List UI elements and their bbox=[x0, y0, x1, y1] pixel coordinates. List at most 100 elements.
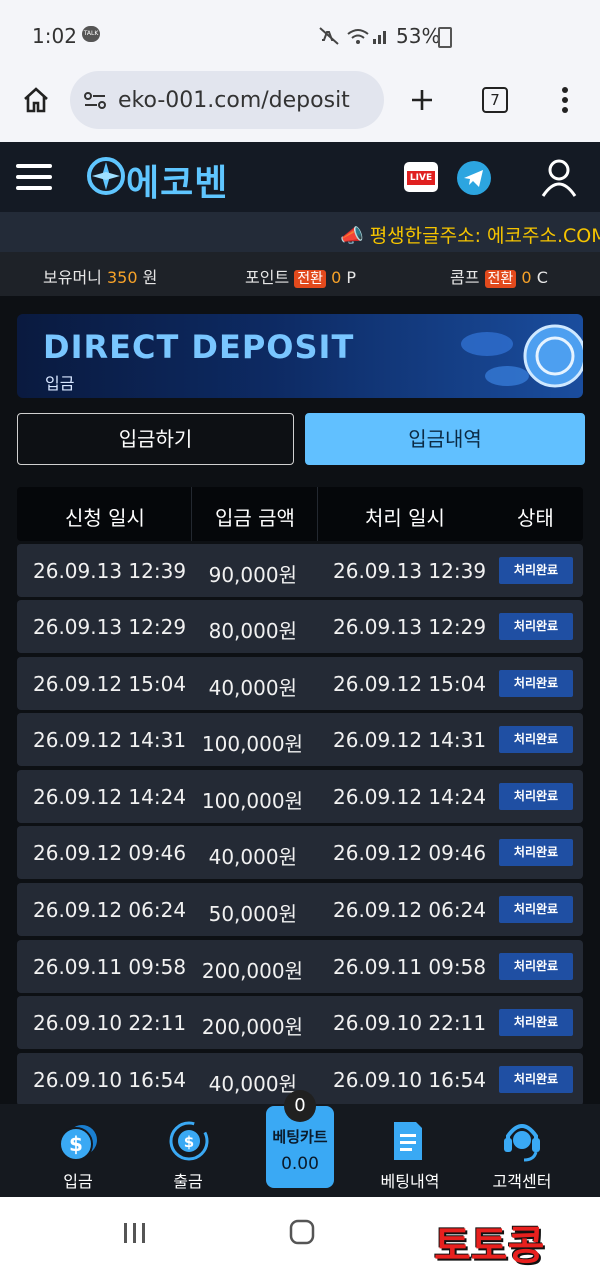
comp-unit: C bbox=[536, 268, 548, 287]
site-header: 에코벤 LIVE bbox=[0, 142, 600, 212]
processed-time: 26.09.12 06:24 bbox=[333, 898, 487, 922]
processed-time: 26.09.12 15:04 bbox=[333, 672, 487, 696]
header-processed-time: 처리 일시 bbox=[365, 506, 445, 530]
coins-illustration bbox=[461, 324, 583, 388]
table-row[interactable]: 26.09.12 15:04 40,000원 26.09.12 15:04 처리… bbox=[17, 657, 583, 710]
processed-time: 26.09.13 12:39 bbox=[333, 559, 487, 583]
table-row[interactable]: 26.09.12 06:24 50,000원 26.09.12 06:24 처리… bbox=[17, 883, 583, 936]
svg-text:$: $ bbox=[184, 1133, 194, 1151]
address-bar[interactable]: eko-001.com/deposit bbox=[70, 71, 384, 129]
betting-cart-label: 베팅카트 bbox=[272, 1128, 328, 1146]
telegram-icon[interactable] bbox=[456, 160, 492, 196]
user-account-icon[interactable] bbox=[540, 158, 578, 198]
header-divider bbox=[317, 487, 318, 541]
live-tv-icon[interactable]: LIVE bbox=[404, 162, 438, 192]
table-row[interactable]: 26.09.13 12:39 90,000원 26.09.13 12:39 처리… bbox=[17, 544, 583, 597]
header-requested-time: 신청 일시 bbox=[65, 506, 145, 530]
table-row[interactable]: 26.09.12 14:31 100,000원 26.09.12 14:31 처… bbox=[17, 713, 583, 766]
processed-time: 26.09.12 14:31 bbox=[333, 728, 487, 752]
site-settings-icon[interactable] bbox=[84, 91, 106, 111]
point-label: 포인트 bbox=[245, 268, 290, 287]
comp-convert-button[interactable]: 전환 bbox=[484, 270, 517, 288]
table-row[interactable]: 26.09.10 22:11 200,000원 26.09.10 22:11 처… bbox=[17, 996, 583, 1049]
announcement-ticker: 📣 평생한글주소: 에코주소.COM 📣 bbox=[0, 212, 600, 252]
banner-title: DIRECT DEPOSIT bbox=[43, 328, 355, 366]
point-value: 0 bbox=[331, 268, 342, 287]
status-badge: 처리완료 bbox=[499, 1009, 573, 1036]
bet-history-document-icon bbox=[394, 1122, 422, 1160]
headset-icon bbox=[504, 1124, 540, 1162]
money-label: 보유머니 bbox=[43, 268, 102, 287]
deposit-coin-icon: $ bbox=[59, 1125, 97, 1161]
wifi-icon bbox=[347, 29, 369, 44]
table-row[interactable]: 26.09.12 14:24 100,000원 26.09.12 14:24 처… bbox=[17, 770, 583, 823]
talk-notification-icon: TALK bbox=[82, 26, 100, 42]
table-row[interactable]: 26.09.11 09:58 200,000원 26.09.11 09:58 처… bbox=[17, 940, 583, 993]
logo-emblem-icon[interactable] bbox=[86, 156, 126, 196]
recent-apps-icon[interactable] bbox=[122, 1221, 148, 1245]
banner-subtitle: 입금 bbox=[45, 374, 75, 393]
deposit-amount: 50,000원 bbox=[208, 902, 297, 926]
table-row[interactable]: 26.09.13 12:29 80,000원 26.09.13 12:29 처리… bbox=[17, 600, 583, 653]
deposit-amount: 40,000원 bbox=[208, 676, 297, 700]
money-unit: 원 bbox=[142, 268, 158, 287]
deposit-banner: DIRECT DEPOSIT 입금 bbox=[17, 314, 583, 398]
url-text[interactable]: eko-001.com/deposit bbox=[118, 88, 350, 113]
main-content: DIRECT DEPOSIT 입금 입금하기 입금내역 신청 일시 입금 금액 … bbox=[0, 296, 600, 1106]
status-badge: 처리완료 bbox=[499, 839, 573, 866]
battery-percent: 53% bbox=[396, 24, 441, 48]
hamburger-menu-icon[interactable] bbox=[16, 162, 54, 192]
point-balance: 포인트 전환 0 P bbox=[245, 264, 356, 288]
money-balance: 보유머니 350 원 bbox=[43, 264, 157, 288]
site-logo[interactable]: 에코벤 bbox=[126, 154, 228, 206]
status-badge: 처리완료 bbox=[499, 670, 573, 697]
status-badge: 처리완료 bbox=[499, 613, 573, 640]
mute-icon bbox=[319, 27, 339, 45]
home-icon[interactable] bbox=[22, 86, 50, 114]
nav-withdraw-label: 출금 bbox=[173, 1172, 203, 1191]
processed-time: 26.09.10 16:54 bbox=[333, 1068, 487, 1092]
more-menu-icon[interactable] bbox=[560, 86, 570, 114]
withdraw-coin-icon: $ bbox=[169, 1121, 209, 1161]
browser-toolbar: eko-001.com/deposit 7 bbox=[0, 68, 600, 142]
nav-customer-support[interactable]: 고객센터 bbox=[462, 1104, 582, 1197]
status-bar: 1:02 TALK 53% bbox=[0, 0, 600, 68]
status-badge: 처리완료 bbox=[499, 783, 573, 810]
header-amount: 입금 금액 bbox=[215, 506, 295, 530]
status-badge: 처리완료 bbox=[499, 1066, 573, 1093]
status-badge: 처리완료 bbox=[499, 557, 573, 584]
deposit-amount: 80,000원 bbox=[208, 619, 297, 643]
deposit-amount: 200,000원 bbox=[201, 1015, 303, 1039]
tab-deposit[interactable]: 입금하기 bbox=[17, 413, 294, 465]
watermark-logo: 토토콩 bbox=[434, 1223, 545, 1269]
deposit-amount: 200,000원 bbox=[201, 959, 303, 983]
nav-deposit-label: 입금 bbox=[63, 1172, 93, 1191]
bottom-navigation: $ 입금 $ 출금 베팅카트 0.00 0 베팅내역 고객센터 bbox=[0, 1090, 600, 1197]
betting-cart-value: 0.00 bbox=[281, 1154, 319, 1174]
svg-text:$: $ bbox=[69, 1132, 83, 1156]
status-badge: 처리완료 bbox=[499, 953, 573, 980]
point-convert-button[interactable]: 전환 bbox=[294, 270, 327, 288]
processed-time: 26.09.11 09:58 bbox=[333, 955, 487, 979]
nav-bet-history-label: 베팅내역 bbox=[380, 1172, 440, 1191]
deposit-amount: 100,000원 bbox=[201, 789, 303, 813]
nav-deposit[interactable]: $ 입금 bbox=[18, 1104, 138, 1197]
ticker-text: 📣 평생한글주소: 에코주소.COM 📣 bbox=[340, 225, 600, 247]
table-row[interactable]: 26.09.12 09:46 40,000원 26.09.12 09:46 처리… bbox=[17, 826, 583, 879]
tab-deposit-history[interactable]: 입금내역 bbox=[305, 413, 585, 465]
nav-bet-history[interactable]: 베팅내역 bbox=[350, 1104, 470, 1197]
comp-label: 콤프 bbox=[450, 268, 480, 287]
nav-withdraw[interactable]: $ 출금 bbox=[128, 1104, 248, 1197]
header-status: 상태 bbox=[517, 506, 554, 530]
cart-count-badge: 0 bbox=[284, 1090, 316, 1122]
table-header: 신청 일시 입금 금액 처리 일시 상태 bbox=[17, 487, 583, 541]
deposit-amount: 40,000원 bbox=[208, 845, 297, 869]
signal-icon bbox=[373, 31, 386, 44]
processed-time: 26.09.10 22:11 bbox=[333, 1011, 487, 1035]
status-time: 1:02 bbox=[32, 24, 77, 48]
nav-support-label: 고객센터 bbox=[492, 1172, 552, 1191]
new-tab-icon[interactable] bbox=[410, 88, 434, 112]
tab-switcher-button[interactable]: 7 bbox=[482, 87, 508, 113]
status-badge: 처리완료 bbox=[499, 896, 573, 923]
android-home-icon[interactable] bbox=[289, 1219, 315, 1245]
